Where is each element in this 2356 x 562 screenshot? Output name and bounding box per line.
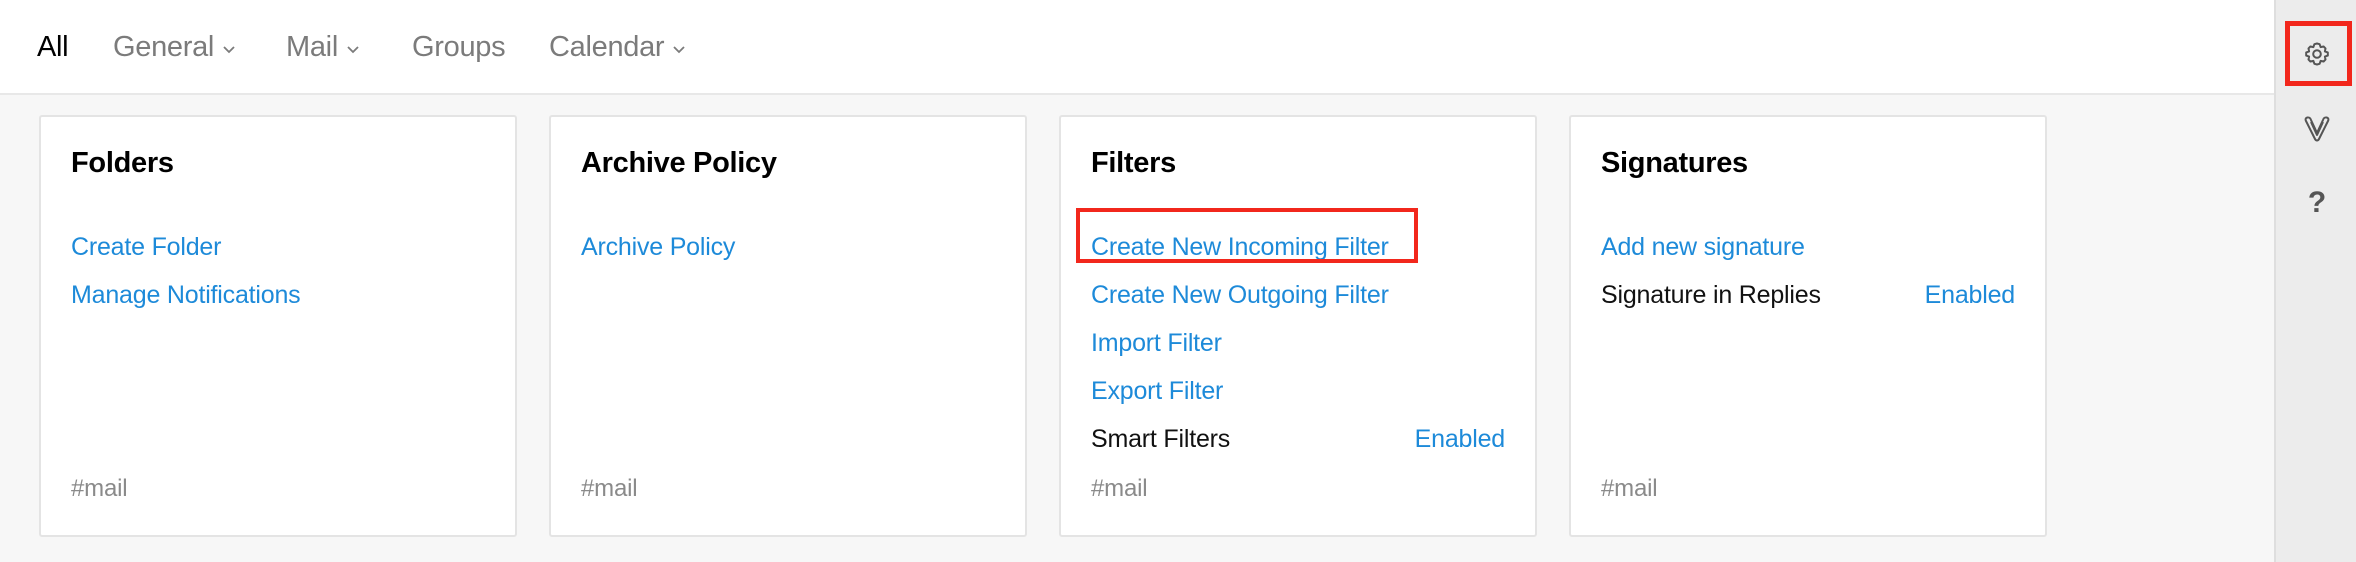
card-title: Archive Policy (581, 147, 777, 179)
settings-category-nav: All General Mail Groups Calendar (0, 0, 2276, 95)
signature-in-replies-status-toggle[interactable]: Enabled (1925, 271, 2016, 319)
right-rail: ? (2274, 0, 2356, 562)
nav-tab-label: Mail (286, 31, 338, 63)
attachments-button[interactable] (2276, 99, 2356, 159)
card-row: Add new signature (1601, 223, 2015, 271)
chevron-down-icon (346, 42, 360, 56)
card-rows: Add new signature Signature in Replies E… (1601, 223, 2015, 319)
help-button[interactable]: ? (2276, 173, 2356, 233)
nav-tab-groups[interactable]: Groups (412, 27, 506, 67)
chevron-down-icon (672, 42, 686, 56)
card-row: Archive Policy (581, 223, 995, 271)
nav-tab-label: All (37, 31, 69, 63)
card-rows: Create New Incoming Filter Create New Ou… (1091, 223, 1505, 463)
card-row: Export Filter (1091, 367, 1505, 415)
card-tag: #mail (71, 475, 128, 502)
card-title: Signatures (1601, 147, 1748, 179)
settings-page: All General Mail Groups Calendar Folders (0, 0, 2356, 562)
archive-policy-link[interactable]: Archive Policy (581, 223, 735, 271)
nav-tab-mail[interactable]: Mail (286, 27, 360, 67)
smart-filters-status-toggle[interactable]: Enabled (1415, 415, 1506, 463)
card-row: Import Filter (1091, 319, 1505, 367)
add-new-signature-link[interactable]: Add new signature (1601, 223, 1805, 271)
create-new-outgoing-filter-link[interactable]: Create New Outgoing Filter (1091, 271, 1389, 319)
card-tag: #mail (1091, 475, 1148, 502)
nav-tab-all[interactable]: All (37, 27, 69, 67)
card-rows: Archive Policy (581, 223, 995, 271)
paperclip-v-icon (2302, 114, 2332, 144)
import-filter-link[interactable]: Import Filter (1091, 319, 1222, 367)
nav-tab-label: Calendar (549, 31, 665, 63)
create-new-incoming-filter-link[interactable]: Create New Incoming Filter (1091, 223, 1389, 271)
nav-tab-label: Groups (412, 31, 506, 63)
card-row: Create New Incoming Filter (1091, 223, 1505, 271)
signature-in-replies-label: Signature in Replies (1601, 281, 1821, 309)
card-row: Signature in Replies Enabled (1601, 271, 2015, 319)
settings-card-signatures: Signatures Add new signature Signature i… (1569, 115, 2047, 537)
export-filter-link[interactable]: Export Filter (1091, 367, 1223, 415)
nav-tab-calendar[interactable]: Calendar (549, 27, 686, 67)
card-title: Filters (1091, 147, 1176, 179)
chevron-down-icon (222, 42, 236, 56)
settings-card-folders: Folders Create Folder Manage Notificatio… (39, 115, 517, 537)
settings-card-archive-policy: Archive Policy Archive Policy #mail (549, 115, 1027, 537)
create-folder-link[interactable]: Create Folder (71, 223, 221, 271)
nav-tab-label: General (113, 31, 215, 63)
card-rows: Create Folder Manage Notifications (71, 223, 485, 319)
card-row: Manage Notifications (71, 271, 485, 319)
card-row: Create New Outgoing Filter (1091, 271, 1505, 319)
settings-card-filters: Filters Create New Incoming Filter Creat… (1059, 115, 1537, 537)
smart-filters-label: Smart Filters (1091, 425, 1231, 453)
nav-tab-general[interactable]: General (113, 27, 236, 67)
card-row: Smart Filters Enabled (1091, 415, 1505, 463)
card-row: Create Folder (71, 223, 485, 271)
card-tag: #mail (1601, 475, 1658, 502)
help-icon: ? (2307, 186, 2327, 219)
manage-notifications-link[interactable]: Manage Notifications (71, 271, 301, 319)
card-tag: #mail (581, 475, 638, 502)
gear-icon (2302, 39, 2332, 69)
card-title: Folders (71, 147, 174, 179)
settings-button[interactable] (2276, 24, 2356, 84)
